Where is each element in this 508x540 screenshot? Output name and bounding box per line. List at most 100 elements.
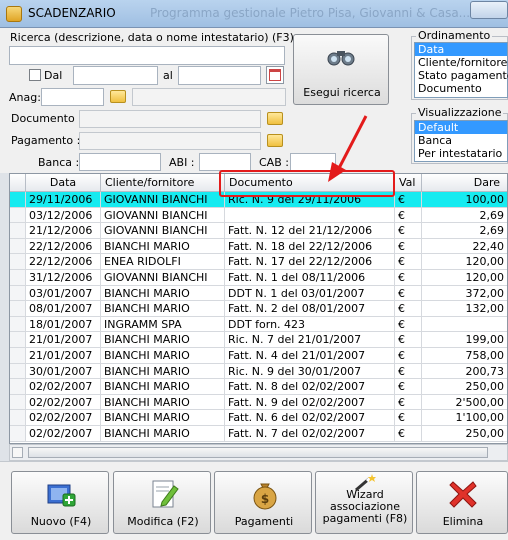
row-selector[interactable] [10, 348, 26, 364]
cell-documento[interactable]: Fatt. N. 9 del 02/02/2007 [225, 394, 395, 411]
cell-dare[interactable]: 2'500,00 [422, 395, 507, 411]
cell-cliente[interactable]: GIOVANNI BIANCHI [101, 270, 225, 286]
table-row[interactable]: 02/02/2007 BIANCHI MARIO Fatt. N. 9 del 02… [10, 394, 507, 411]
cell-val[interactable]: € [395, 363, 422, 380]
cell-data[interactable]: 02/02/2007 [26, 426, 101, 442]
cell-dare[interactable]: 199,00 [422, 332, 507, 348]
row-selector[interactable] [10, 192, 26, 208]
cell-dare[interactable]: 250,00 [422, 426, 507, 442]
ordinamento-option-cliente[interactable]: Cliente/fornitore [415, 56, 507, 69]
table-row[interactable]: 18/01/2007 INGRAMM SPA DDT forn. 423 € [10, 316, 507, 333]
cell-documento[interactable]: DDT N. 1 del 03/01/2007 [225, 285, 395, 302]
cell-val[interactable]: € [395, 332, 422, 348]
cell-documento[interactable]: Ric. N. 9 del 30/01/2007 [225, 363, 395, 380]
table-row[interactable]: 02/02/2007 BIANCHI MARIO Fatt. N. 7 del 02… [10, 426, 507, 442]
cell-val[interactable]: € [395, 410, 422, 426]
row-selector[interactable] [10, 316, 26, 333]
cell-documento[interactable]: Fatt. N. 1 del 08/11/2006 [225, 270, 395, 286]
cell-cliente[interactable]: BIANCHI MARIO [101, 348, 225, 364]
cell-val[interactable]: € [395, 316, 422, 333]
cell-cliente[interactable]: GIOVANNI BIANCHI [101, 207, 225, 224]
cell-documento[interactable]: Fatt. N. 8 del 02/02/2007 [225, 379, 395, 395]
cell-val[interactable]: € [395, 207, 422, 224]
cell-data[interactable]: 02/02/2007 [26, 394, 101, 411]
nuovo-button[interactable]: Nuovo (F4) [11, 471, 109, 534]
anag-input[interactable] [41, 88, 104, 106]
cell-val[interactable]: € [395, 426, 422, 442]
cell-data[interactable]: 22/12/2006 [26, 254, 101, 270]
cell-cliente[interactable]: GIOVANNI BIANCHI [101, 223, 225, 239]
cell-data[interactable]: 21/01/2007 [26, 348, 101, 364]
cell-data[interactable]: 02/02/2007 [26, 410, 101, 426]
cell-documento[interactable]: Fatt. N. 4 del 21/01/2007 [225, 348, 395, 364]
cell-dare[interactable]: 22,40 [422, 239, 507, 255]
restore-button[interactable] [470, 1, 508, 19]
horizontal-scrollbar[interactable] [9, 444, 508, 461]
row-selector[interactable] [10, 238, 26, 255]
cell-documento[interactable] [225, 207, 395, 224]
table-row[interactable]: 31/12/2006 GIOVANNI BIANCHI Fatt. N. 1 del… [10, 270, 507, 286]
table-row[interactable]: 02/02/2007 BIANCHI MARIO Fatt. N. 8 del 02… [10, 379, 507, 395]
documento-folder-button[interactable] [266, 110, 284, 128]
visualizzazione-option-default[interactable]: Default [415, 121, 507, 134]
cell-data[interactable]: 08/01/2007 [26, 301, 101, 317]
dal-checkbox[interactable] [29, 69, 41, 81]
cell-val[interactable]: € [395, 192, 422, 208]
table-row[interactable]: 21/12/2006 GIOVANNI BIANCHI Fatt. N. 12 de… [10, 223, 507, 239]
cell-data[interactable]: 29/11/2006 [26, 192, 101, 208]
cell-documento[interactable]: Fatt. N. 2 del 08/01/2007 [225, 301, 395, 317]
cell-documento[interactable]: Fatt. N. 7 del 02/02/2007 [225, 426, 395, 442]
cell-documento[interactable]: Fatt. N. 18 del 22/12/2006 [225, 238, 395, 255]
cell-val[interactable]: € [395, 254, 422, 270]
cell-val[interactable]: € [395, 285, 422, 302]
row-selector[interactable] [10, 223, 26, 239]
table-row[interactable]: 22/12/2006 BIANCHI MARIO Fatt. N. 18 del 2… [10, 238, 507, 255]
abi-input[interactable] [199, 153, 251, 171]
cell-documento[interactable]: Fatt. N. 12 del 21/12/2006 [225, 223, 395, 239]
cell-data[interactable]: 03/01/2007 [26, 285, 101, 302]
pagamenti-button[interactable]: $ Pagamenti [214, 471, 312, 534]
row-selector[interactable] [10, 207, 26, 224]
cell-dare[interactable]: 132,00 [422, 301, 507, 317]
cell-dare[interactable] [422, 317, 507, 333]
pagamento-folder-button[interactable] [266, 132, 284, 150]
cell-val[interactable]: € [395, 301, 422, 317]
cell-dare[interactable]: 372,00 [422, 286, 507, 302]
cell-cliente[interactable]: BIANCHI MARIO [101, 426, 225, 442]
cell-dare[interactable]: 2,69 [422, 223, 507, 239]
cell-val[interactable]: € [395, 223, 422, 239]
cell-dare[interactable]: 120,00 [422, 254, 507, 270]
esegui-ricerca-button[interactable]: Esegui ricerca [293, 34, 389, 105]
table-row[interactable]: 30/01/2007 BIANCHI MARIO Ric. N. 9 del 30/… [10, 363, 507, 380]
ordinamento-option-data[interactable]: Data [415, 43, 507, 56]
row-selector[interactable] [10, 363, 26, 380]
al-date-input[interactable] [178, 66, 261, 85]
table-row[interactable]: 03/12/2006 GIOVANNI BIANCHI €2,69 [10, 207, 507, 224]
cell-data[interactable]: 21/12/2006 [26, 223, 101, 239]
documento-input[interactable] [79, 110, 261, 128]
search-input[interactable] [9, 46, 285, 65]
cell-dare[interactable]: 1'100,00 [422, 410, 507, 426]
row-selector[interactable] [10, 426, 26, 442]
row-selector[interactable] [10, 394, 26, 411]
row-selector[interactable] [10, 254, 26, 270]
ordinamento-option-stato[interactable]: Stato pagamento [415, 69, 508, 82]
column-header-data[interactable]: Data [26, 174, 101, 192]
cell-data[interactable]: 31/12/2006 [26, 270, 101, 286]
table-row[interactable]: 08/01/2007 BIANCHI MARIO Fatt. N. 2 del 08… [10, 301, 507, 317]
cell-cliente[interactable]: BIANCHI MARIO [101, 394, 225, 411]
cell-data[interactable]: 22/12/2006 [26, 238, 101, 255]
cell-cliente[interactable]: INGRAMM SPA [101, 316, 225, 333]
scadenze-table[interactable]: Data Cliente/fornitore Documento Val Dar… [9, 173, 508, 444]
cell-documento[interactable]: Fatt. N. 6 del 02/02/2007 [225, 410, 395, 426]
cell-cliente[interactable]: BIANCHI MARIO [101, 332, 225, 348]
cell-data[interactable]: 02/02/2007 [26, 379, 101, 395]
cell-dare[interactable]: 200,73 [422, 364, 507, 380]
anag-folder-button[interactable] [109, 88, 127, 106]
cell-documento[interactable]: DDT forn. 423 [225, 316, 395, 333]
elimina-button[interactable]: Elimina [416, 471, 508, 534]
row-selector[interactable] [10, 410, 26, 426]
cell-cliente[interactable]: ENEA RIDOLFI [101, 254, 225, 270]
calendar-button[interactable] [266, 66, 284, 84]
cell-data[interactable]: 30/01/2007 [26, 363, 101, 380]
